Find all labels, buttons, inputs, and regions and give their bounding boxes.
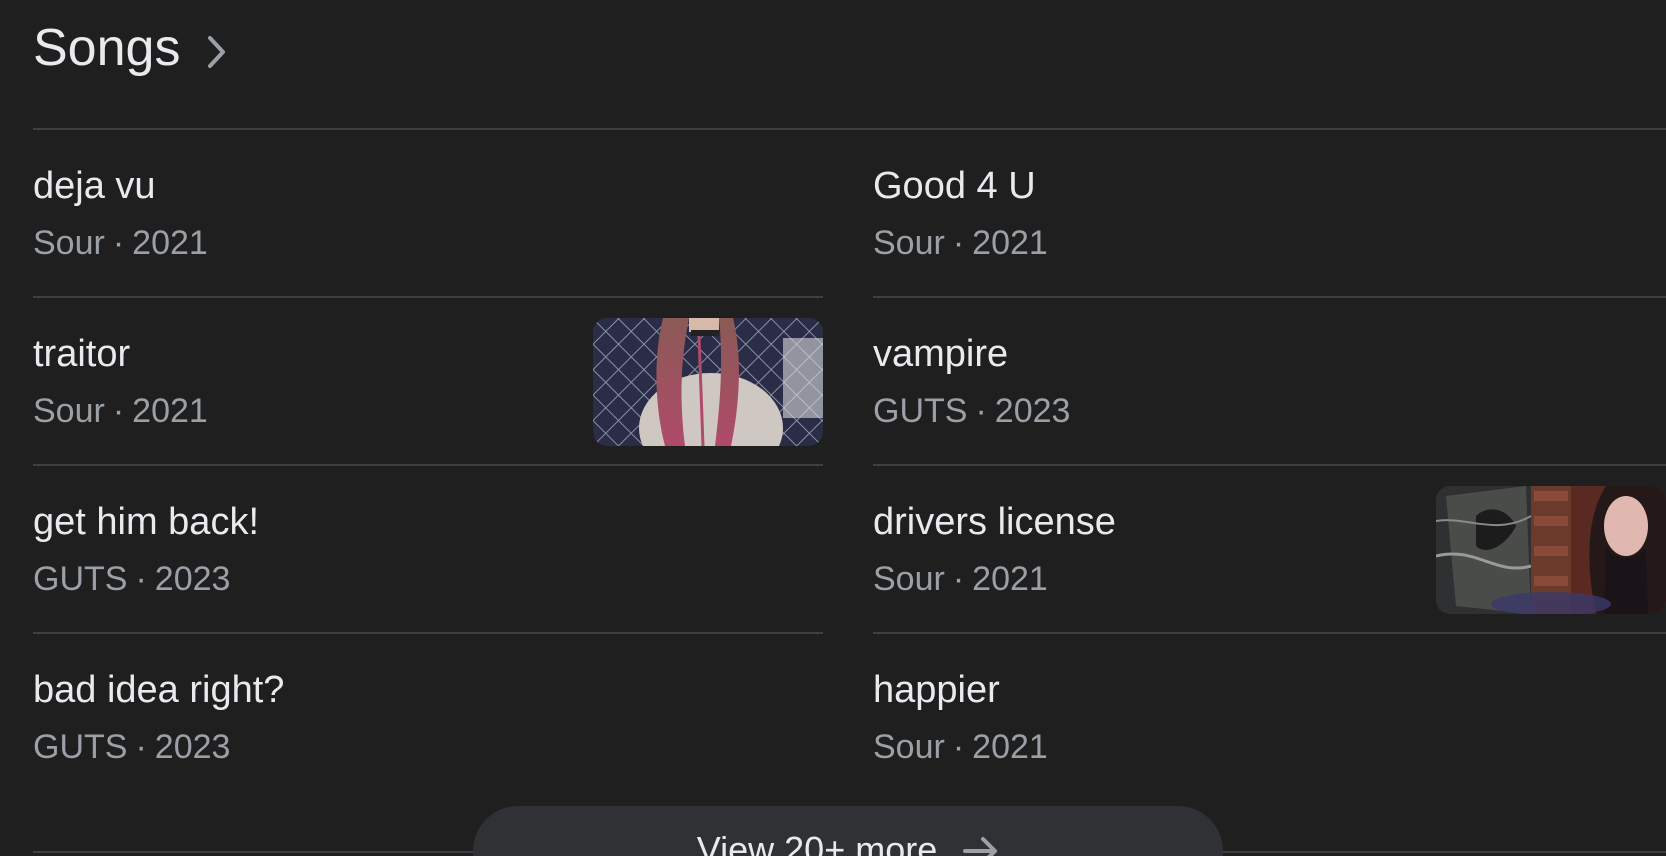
song-meta: Sour · 2021: [873, 226, 1048, 260]
song-album: Sour: [873, 560, 945, 598]
song-album: GUTS: [33, 728, 128, 766]
song-meta: Sour · 2021: [33, 394, 208, 428]
meta-separator: ·: [952, 728, 965, 766]
songs-panel: Songs deja vu Sour · 2021 traitor Sour · 202…: [0, 0, 1666, 856]
song-thumbnail[interactable]: [1436, 486, 1666, 614]
song-year: 2023: [994, 392, 1071, 430]
meta-separator: ·: [135, 728, 147, 766]
song-meta: GUTS · 2023: [873, 394, 1070, 428]
song-title: bad idea right?: [33, 669, 285, 711]
arrow-right-icon: [963, 837, 998, 856]
song-row[interactable]: happier Sour · 2021: [873, 634, 1666, 802]
song-album: GUTS: [33, 560, 128, 598]
thumbnail-image: [1436, 486, 1666, 614]
songs-column-right: Good 4 U Sour · 2021 vampire GUTS · 2023 dri…: [873, 130, 1666, 802]
song-title: get him back!: [33, 501, 259, 543]
section-title: Songs: [33, 19, 181, 77]
song-year: 2023: [154, 728, 231, 766]
meta-separator: ·: [112, 392, 125, 430]
song-album: Sour: [873, 224, 945, 262]
song-meta: GUTS · 2023: [33, 730, 230, 764]
song-album: Sour: [33, 392, 105, 430]
song-year: 2021: [972, 224, 1048, 262]
meta-separator: ·: [952, 224, 965, 262]
meta-separator: ·: [112, 224, 125, 262]
meta-separator: ·: [135, 560, 147, 598]
meta-separator: ·: [952, 560, 965, 598]
song-row[interactable]: traitor Sour · 2021: [33, 298, 823, 466]
song-meta: Sour · 2021: [873, 730, 1048, 764]
song-title: traitor: [33, 333, 131, 375]
song-row[interactable]: Good 4 U Sour · 2021: [873, 130, 1666, 298]
song-meta: Sour · 2021: [33, 226, 208, 260]
song-year: 2021: [972, 560, 1048, 598]
song-meta: Sour · 2021: [873, 562, 1048, 596]
song-year: 2021: [132, 224, 208, 262]
song-title: deja vu: [33, 165, 156, 207]
song-album: Sour: [33, 224, 105, 262]
song-title: Good 4 U: [873, 165, 1036, 207]
song-row[interactable]: bad idea right? GUTS · 2023: [33, 634, 823, 802]
song-year: 2021: [972, 728, 1048, 766]
songs-header[interactable]: Songs: [33, 22, 228, 74]
song-year: 2023: [154, 560, 231, 598]
song-meta: GUTS · 2023: [33, 562, 230, 596]
view-more-button[interactable]: View 20+ more: [473, 806, 1223, 856]
song-row[interactable]: get him back! GUTS · 2023: [33, 466, 823, 634]
meta-separator: ·: [975, 392, 987, 430]
song-row[interactable]: deja vu Sour · 2021: [33, 130, 823, 298]
song-year: 2021: [132, 392, 208, 430]
view-more-label: View 20+ more: [696, 829, 938, 856]
song-row[interactable]: vampire GUTS · 2023: [873, 298, 1666, 466]
thumbnail-image: [593, 318, 823, 446]
song-thumbnail[interactable]: [593, 318, 823, 446]
chevron-right-icon: [208, 36, 226, 68]
song-title: vampire: [873, 333, 1009, 375]
song-title: drivers license: [873, 501, 1116, 543]
song-row[interactable]: drivers license Sour · 2021: [873, 466, 1666, 634]
songs-column-left: deja vu Sour·2021 traitor Sour·2021: [33, 130, 823, 802]
song-album: Sour: [873, 728, 945, 766]
song-album: GUTS: [873, 392, 968, 430]
song-title: happier: [873, 669, 1000, 711]
